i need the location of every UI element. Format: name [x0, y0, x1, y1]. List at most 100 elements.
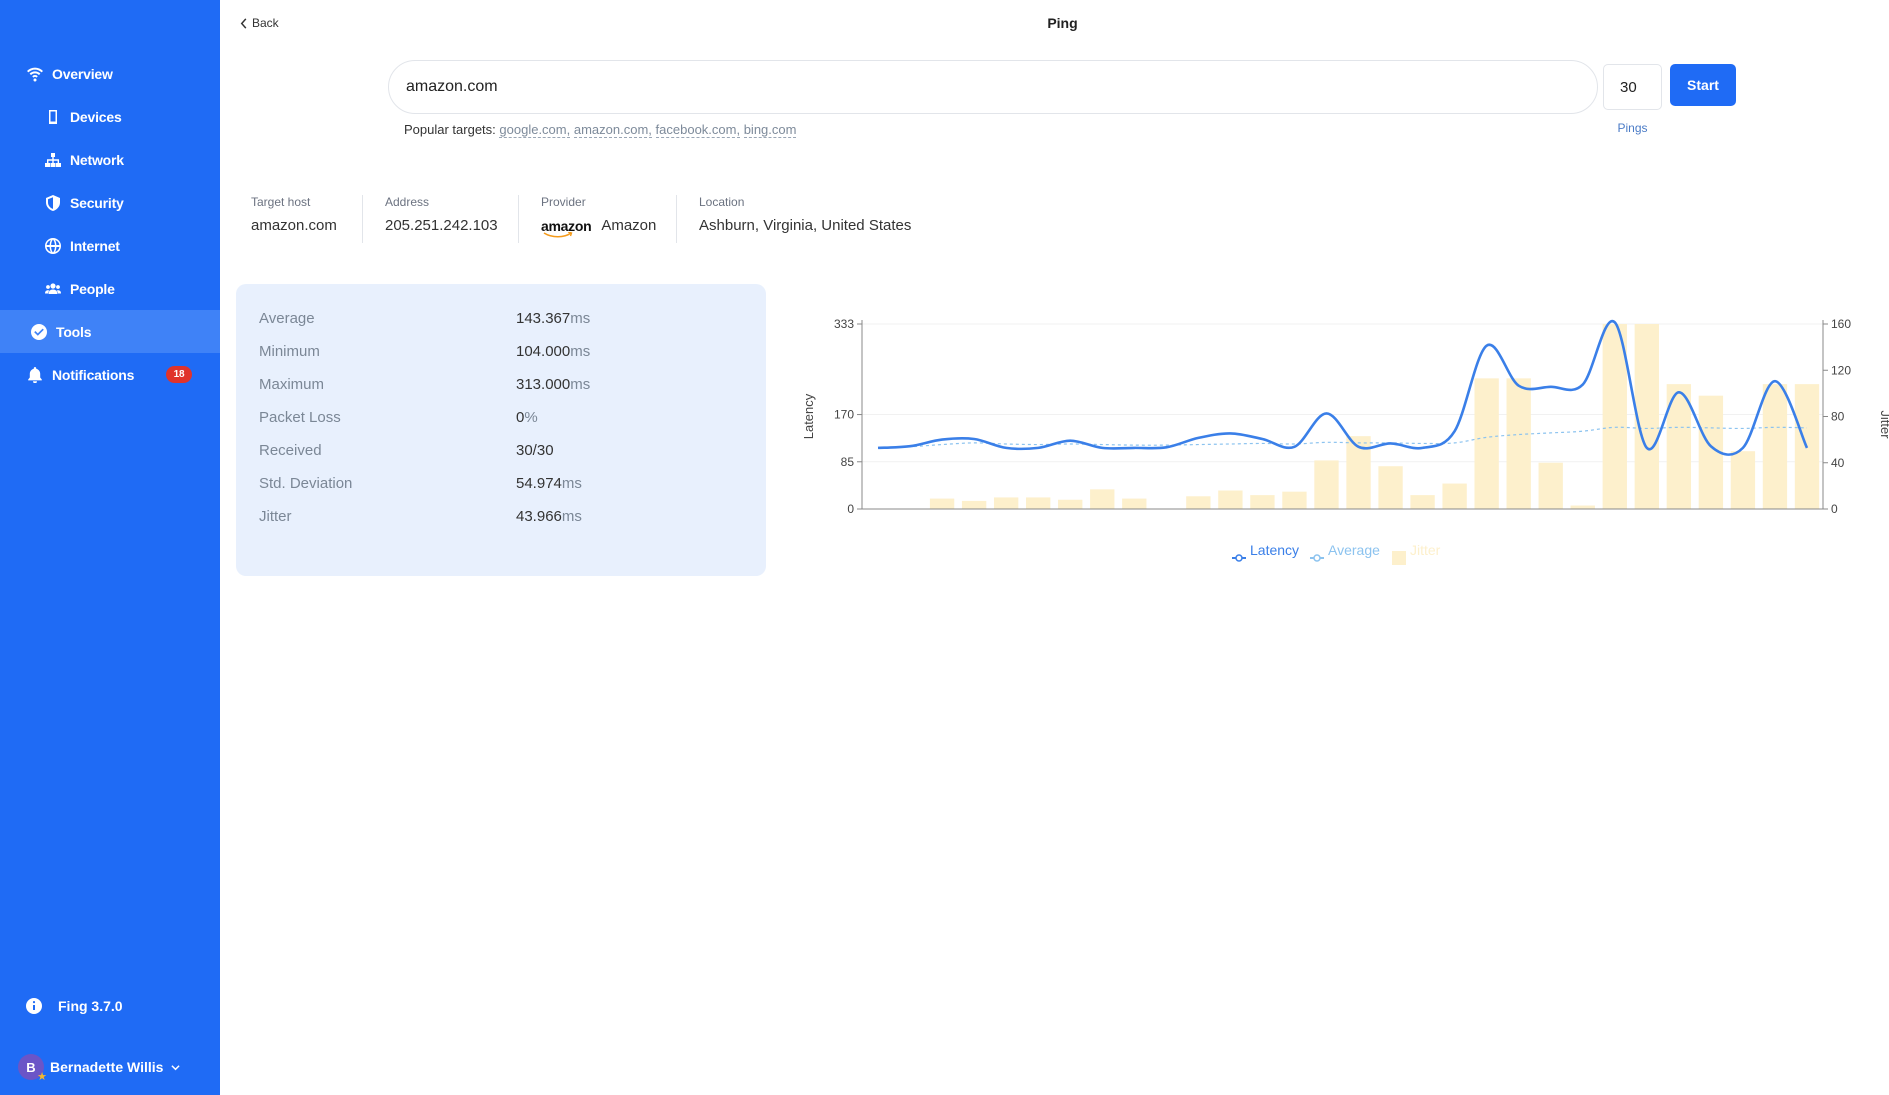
legend-label: Average [1328, 542, 1380, 558]
popular-target-bing[interactable]: bing.com [743, 122, 797, 138]
avatar-initial: B [26, 1059, 36, 1075]
y2-tick-label: 80 [1831, 410, 1845, 424]
address-info: Address 205.251.242.103 [385, 195, 498, 245]
target-host-value: amazon.com [251, 217, 337, 234]
sidebar-item-label: Tools [56, 323, 92, 340]
sidebar-item-network[interactable]: Network [0, 138, 220, 181]
popular-target-facebook[interactable]: facebook.com, [655, 122, 741, 138]
y2-tick-label: 40 [1831, 456, 1845, 470]
version-label: Fing 3.7.0 [58, 998, 123, 1014]
jitter-bar [1474, 378, 1499, 509]
popular-target-google[interactable]: google.com, [499, 122, 571, 138]
wifi-icon [26, 65, 44, 83]
info-icon [26, 998, 42, 1014]
provider-label: Provider [541, 195, 586, 209]
provider-value: Amazon [601, 217, 657, 234]
jitter-bar [993, 497, 1019, 509]
jitter-bar [1250, 495, 1275, 509]
stat-value-wrap: 0% [516, 409, 538, 426]
network-icon [44, 151, 62, 169]
divider [362, 195, 363, 243]
stat-label: Received [259, 442, 322, 459]
sidebar-item-notifications[interactable]: Notifications 18 [0, 353, 220, 396]
y2-tick-label: 0 [1831, 502, 1838, 516]
stat-value-wrap: 313.000ms [516, 376, 590, 393]
stat-row-std-deviation: Std. Deviation 54.974ms [236, 475, 766, 508]
sidebar-item-security[interactable]: Security [0, 181, 220, 224]
legend-marker [1235, 554, 1243, 562]
sidebar-item-label: Overview [52, 65, 113, 82]
jitter-bar [929, 498, 955, 509]
pings-count-field[interactable]: 30 [1603, 64, 1662, 110]
ping-target-field[interactable] [388, 60, 1598, 114]
provider-row: amazon Amazon [541, 217, 657, 238]
stat-row-maximum: Maximum 313.000ms [236, 376, 766, 409]
people-icon [44, 280, 62, 298]
shield-icon [44, 194, 62, 212]
jitter-bar [1186, 496, 1211, 509]
popular-target-amazon[interactable]: amazon.com, [573, 122, 652, 138]
stat-label: Packet Loss [259, 409, 341, 426]
sidebar: Overview Devices Network Security Intern… [0, 0, 220, 1095]
stat-unit: ms [570, 343, 591, 360]
ping-target-input[interactable] [406, 78, 1597, 96]
sidebar-item-internet[interactable]: Internet [0, 224, 220, 267]
jitter-bar [1058, 499, 1083, 509]
stat-unit: ms [570, 376, 591, 393]
provider-info: Provider amazon Amazon [541, 195, 656, 245]
stat-value-wrap: 143.367ms [516, 310, 590, 327]
jitter-bar [1538, 462, 1563, 509]
stat-unit: ms [561, 508, 582, 525]
legend-swatch [1392, 551, 1406, 565]
y-tick-label: 333 [834, 317, 854, 331]
pings-count-value: 30 [1620, 78, 1637, 96]
divider [518, 195, 519, 243]
sidebar-item-label: Devices [70, 108, 122, 125]
stat-row-minimum: Minimum 104.000ms [236, 343, 766, 376]
sidebar-item-label: Security [70, 194, 124, 211]
location-value: Ashburn, Virginia, United States [699, 217, 912, 234]
jitter-bar [1218, 490, 1243, 509]
avatar: B ★ [18, 1054, 47, 1083]
sidebar-item-overview[interactable]: Overview [0, 52, 220, 95]
ping-latency-chart: 0 85 170 333 0 40 80 120 160 Latency Jitter Latency… [801, 317, 1889, 565]
page-title: Ping [1047, 15, 1078, 31]
stat-row-average: Average 143.367ms [236, 310, 766, 343]
stat-row-packet-loss: Packet Loss 0% [236, 409, 766, 442]
popular-targets-label: Popular targets: [404, 122, 496, 137]
stat-unit: % [524, 409, 538, 426]
app-version[interactable]: Fing 3.7.0 [26, 998, 123, 1014]
check-circle-icon [30, 323, 48, 341]
stat-row-received: Received 30/30 [236, 442, 766, 475]
sidebar-item-label: Internet [70, 237, 120, 254]
y2-tick-label: 160 [1831, 317, 1851, 331]
sidebar-item-label: Notifications [52, 366, 135, 383]
address-label: Address [385, 195, 430, 209]
jitter-bar [1122, 498, 1147, 509]
stat-unit: ms [561, 475, 582, 492]
stat-label: Minimum [259, 343, 320, 360]
address-value: 205.251.242.103 [385, 217, 498, 234]
stat-value: 54.974 [516, 475, 562, 492]
jitter-bar [1090, 489, 1115, 509]
jitter-bar [1378, 466, 1403, 509]
sidebar-item-people[interactable]: People [0, 267, 220, 310]
location-label: Location [699, 195, 745, 209]
y2-tick-label: 120 [1831, 363, 1851, 377]
ping-stats-card: Average 143.367ms Minimum 104.000ms Maxi… [236, 284, 766, 576]
user-menu[interactable]: B ★ Bernadette Willis [18, 1054, 181, 1083]
stat-label: Std. Deviation [259, 475, 353, 492]
divider [676, 195, 677, 243]
jitter-bar [961, 500, 987, 509]
sidebar-item-tools[interactable]: Tools [0, 310, 220, 353]
sidebar-item-label: Network [70, 151, 124, 168]
popular-targets: Popular targets: google.com, amazon.com,… [404, 122, 797, 138]
sidebar-item-devices[interactable]: Devices [0, 95, 220, 138]
jitter-bar [1506, 378, 1531, 509]
legend-marker [1313, 554, 1321, 562]
phone-icon [44, 108, 62, 126]
start-button[interactable]: Start [1670, 64, 1736, 106]
stat-value-wrap: 54.974ms [516, 475, 582, 492]
bell-icon [26, 366, 44, 384]
jitter-bar [1570, 505, 1595, 509]
